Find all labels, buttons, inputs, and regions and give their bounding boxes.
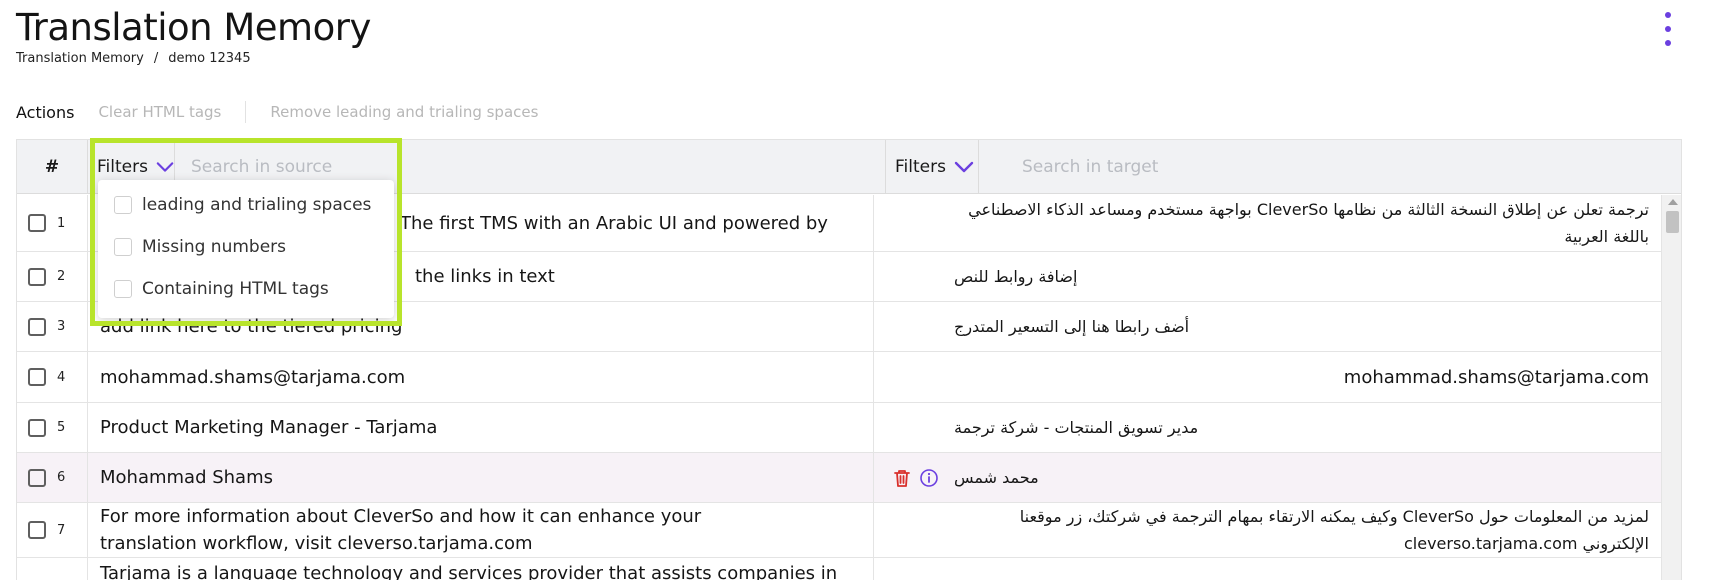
source-filters-dropdown: leading and trialing spaces Missing numb…: [98, 180, 394, 318]
filter-checkbox[interactable]: [114, 238, 132, 256]
source-cell[interactable]: For more information about CleverSo and …: [88, 503, 874, 557]
row-select-cell: [17, 558, 88, 580]
target-cell[interactable]: mohammad.shams@tarjama.com: [874, 352, 1661, 402]
breadcrumb-item-current: demo 12345: [168, 51, 251, 66]
breadcrumb-separator: /: [153, 51, 159, 66]
table-row[interactable]: 7 For more information about CleverSo an…: [17, 503, 1661, 558]
kebab-dot: [1665, 40, 1671, 46]
remove-spaces-button[interactable]: Remove leading and trialing spaces: [270, 103, 538, 121]
source-text: Tarjama is a language technology and ser…: [100, 563, 838, 580]
target-text: إضافة روابط للنص: [954, 267, 1078, 286]
source-filters-label: Filters: [97, 157, 148, 177]
page-title: Translation Memory: [16, 6, 371, 49]
actions-bar: Actions Clear HTML tags Remove leading a…: [16, 100, 538, 124]
row-checkbox[interactable]: [28, 521, 46, 539]
filter-option-label: leading and trialing spaces: [142, 195, 372, 215]
target-cell[interactable]: مدير تسويق المنتجات - شركة ترجمة: [874, 403, 1661, 452]
row-number-header: #: [17, 140, 88, 194]
source-cell[interactable]: Mohammad Shams: [88, 453, 874, 502]
source-cell[interactable]: Tarjama is a language technology and ser…: [88, 558, 874, 580]
target-text: أضف رابطا هنا إلى التسعير المتدرج: [954, 317, 1190, 336]
row-select-cell: 4: [17, 352, 88, 402]
actions-label: Actions: [16, 102, 75, 122]
more-vertical-icon[interactable]: [1660, 12, 1676, 46]
target-filters-button[interactable]: Filters: [886, 140, 979, 194]
row-checkbox[interactable]: [28, 418, 46, 437]
info-icon[interactable]: [919, 468, 939, 488]
table-row[interactable]: Tarjama is a language technology and ser…: [17, 558, 1661, 580]
clear-html-tags-button[interactable]: Clear HTML tags: [98, 103, 221, 121]
row-checkbox[interactable]: [28, 267, 46, 286]
target-text: مدير تسويق المنتجات - شركة ترجمة: [954, 418, 1199, 437]
row-select-cell: 3: [17, 302, 88, 351]
scroll-up-arrow-icon[interactable]: [1668, 199, 1678, 205]
row-actions: [893, 453, 939, 502]
row-number: 4: [57, 369, 66, 385]
row-checkbox[interactable]: [28, 317, 46, 336]
target-filters-label: Filters: [895, 157, 946, 177]
filter-option-label: Missing numbers: [142, 237, 287, 257]
row-number: 7: [57, 522, 66, 538]
row-checkbox[interactable]: [28, 468, 46, 487]
chevron-down-icon: [156, 162, 174, 172]
source-search-input[interactable]: [191, 157, 491, 177]
table-scrollbar[interactable]: [1661, 195, 1681, 580]
scroll-thumb[interactable]: [1666, 211, 1679, 233]
row-number: 6: [57, 470, 66, 485]
target-cell[interactable]: إضافة روابط للنص: [874, 252, 1661, 301]
target-text: ترجمة تعلن عن إطلاق النسخة الثالثة من نظ…: [968, 200, 1649, 246]
row-select-cell: 5: [17, 403, 88, 452]
breadcrumb-item-translation-memory[interactable]: Translation Memory: [16, 51, 144, 66]
target-cell[interactable]: ترجمة تعلن عن إطلاق النسخة الثالثة من نظ…: [874, 195, 1661, 251]
source-cell[interactable]: Product Marketing Manager - Tarjama: [88, 403, 874, 452]
row-checkbox[interactable]: [28, 214, 46, 232]
target-search: [1022, 140, 1322, 194]
filter-option-missing-numbers[interactable]: Missing numbers: [98, 226, 394, 268]
target-cell[interactable]: محمد شمس: [874, 453, 1661, 502]
filter-option-label: Containing HTML tags: [142, 279, 329, 299]
target-cell[interactable]: لمزيد من المعلومات حول CleverSo وكيف يمك…: [874, 503, 1661, 557]
filter-option-leading-trailing-spaces[interactable]: leading and trialing spaces: [98, 184, 394, 226]
target-text: لمزيد من المعلومات حول CleverSo وكيف يمك…: [1019, 507, 1649, 553]
filter-option-html-tags[interactable]: Containing HTML tags: [98, 268, 394, 310]
row-number: 3: [57, 319, 66, 334]
source-text: Mohammad Shams: [100, 467, 274, 488]
source-text: mohammad.shams@tarjama.com: [100, 366, 406, 388]
trash-icon[interactable]: [893, 468, 911, 488]
filter-checkbox[interactable]: [114, 196, 132, 214]
table-row[interactable]: 4 mohammad.shams@tarjama.com mohammad.sh…: [17, 352, 1661, 403]
target-text: mohammad.shams@tarjama.com: [1343, 366, 1649, 388]
target-text: محمد شمس: [954, 468, 1039, 487]
chevron-down-icon: [954, 161, 974, 173]
row-number: 2: [57, 269, 66, 284]
target-cell[interactable]: أضف رابطا هنا إلى التسعير المتدرج: [874, 302, 1661, 351]
filter-checkbox[interactable]: [114, 280, 132, 298]
row-select-cell: 7: [17, 503, 88, 557]
row-select-cell: 1: [17, 195, 88, 251]
row-checkbox[interactable]: [28, 368, 46, 386]
row-number: 1: [57, 215, 66, 231]
row-select-cell: 2: [17, 252, 88, 301]
target-search-input[interactable]: [1022, 157, 1322, 177]
row-number: 5: [57, 420, 66, 435]
row-select-cell: 6: [17, 453, 88, 502]
kebab-dot: [1665, 26, 1671, 32]
kebab-dot: [1665, 12, 1671, 18]
table-row[interactable]: 5 Product Marketing Manager - Tarjama مد…: [17, 403, 1661, 453]
source-text: Product Marketing Manager - Tarjama: [100, 417, 438, 438]
source-text: For more information about CleverSo and …: [100, 506, 702, 554]
actions-divider: [245, 101, 247, 123]
source-cell[interactable]: mohammad.shams@tarjama.com: [88, 352, 874, 402]
breadcrumb: Translation Memory / demo 12345: [16, 51, 251, 66]
table-row[interactable]: 6 Mohammad Shams محمد شمس: [17, 453, 1661, 503]
target-cell[interactable]: [874, 558, 1661, 580]
